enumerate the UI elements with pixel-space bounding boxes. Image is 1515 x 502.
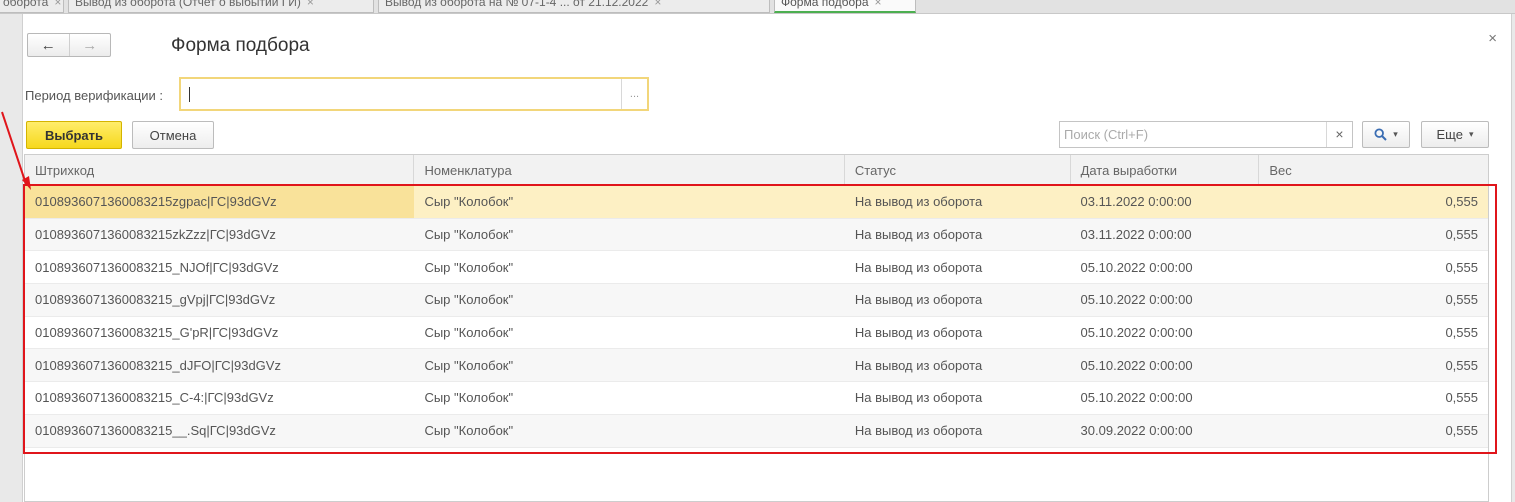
close-icon[interactable]: × xyxy=(875,0,882,9)
item-cell: Сыр "Колобок" xyxy=(424,227,514,243)
date-cell: 05.10.2022 0:00:00 xyxy=(1080,259,1193,275)
item-cell: Сыр "Колобок" xyxy=(424,357,514,373)
page-title: Форма подбора xyxy=(171,35,310,56)
weight-cell: 0,555 xyxy=(1445,390,1478,406)
chevron-down-icon: ▾ xyxy=(1393,129,1398,139)
barcode-cell: 0108936071360083215__.Sq|ГС|93dGVz xyxy=(35,423,276,439)
status-cell: На вывод из оборота xyxy=(854,357,983,373)
tab-strip: оборота × Вывод из оборота (Отчет о выбыт… xyxy=(0,0,1515,14)
table-row[interactable]: 0108936071360083215_dJFO|ГС|93dGVz Сыр "… xyxy=(25,349,1488,383)
item-cell: Сыр "Колобок" xyxy=(424,423,514,439)
search-input[interactable] xyxy=(1060,122,1322,147)
barcode-cell: 0108936071360083215_G'pR|ГС|93dGVz xyxy=(35,325,279,341)
item-cell: Сыр "Колобок" xyxy=(424,292,514,308)
barcode-cell: 0108936071360083215_C-4:|ГС|93dGVz xyxy=(35,390,274,406)
status-cell: На вывод из оборота xyxy=(854,227,983,243)
close-icon[interactable]: × xyxy=(654,0,661,9)
more-label: Еще xyxy=(1436,127,1463,142)
period-input[interactable]: ... xyxy=(179,77,649,111)
table-row[interactable]: 0108936071360083215zgpac|ГС|93dGVz Сыр "… xyxy=(25,186,1488,219)
more-button[interactable]: Еще ▾ xyxy=(1421,121,1489,148)
back-arrow-icon[interactable]: ← xyxy=(28,34,69,56)
close-icon[interactable]: × xyxy=(54,0,61,9)
search-box: × xyxy=(1059,121,1353,148)
weight-cell: 0,555 xyxy=(1445,227,1478,243)
status-cell: На вывод из оборота xyxy=(854,259,983,275)
weight-cell: 0,555 xyxy=(1445,357,1478,373)
item-cell: Сыр "Колобок" xyxy=(424,259,514,275)
table-row[interactable]: 0108936071360083215zkZzz|ГС|93dGVz Сыр "… xyxy=(25,218,1488,252)
date-cell: 30.09.2022 0:00:00 xyxy=(1080,423,1193,439)
date-cell: 05.10.2022 0:00:00 xyxy=(1080,292,1193,308)
weight-cell: 0,555 xyxy=(1445,325,1478,341)
text-caret xyxy=(189,87,190,102)
tab-item[interactable]: Вывод из оборота (Отчет о выбытии ГИ) × xyxy=(68,0,374,13)
select-button[interactable]: Выбрать xyxy=(26,121,122,149)
clear-icon[interactable]: × xyxy=(1326,122,1352,147)
table-row[interactable]: 0108936071360083215_NJOf|ГС|93dGVz Сыр "… xyxy=(25,251,1488,285)
weight-cell: 0,555 xyxy=(1445,259,1478,275)
data-table: Штрихкод Номенклатура Статус Дата вырабо… xyxy=(24,154,1489,502)
table-header: Штрихкод Номенклатура Статус Дата вырабо… xyxy=(25,155,1488,186)
table-row[interactable]: 0108936071360083215__.Sq|ГС|93dGVz Сыр "… xyxy=(25,414,1488,448)
search-button[interactable]: ▾ xyxy=(1362,121,1410,148)
table-body: 0108936071360083215zgpac|ГС|93dGVz Сыр "… xyxy=(25,186,1488,448)
column-header-weight[interactable]: Вес xyxy=(1259,155,1488,186)
item-cell: Сыр "Колобок" xyxy=(424,390,514,406)
weight-cell: 0,555 xyxy=(1445,292,1478,308)
date-cell: 05.10.2022 0:00:00 xyxy=(1080,357,1193,373)
tab-item-active[interactable]: Форма подбора × xyxy=(774,0,916,13)
table-row[interactable]: 0108936071360083215_C-4:|ГС|93dGVz Сыр "… xyxy=(25,382,1488,415)
search-icon xyxy=(1374,128,1387,141)
date-cell: 03.11.2022 0:00:00 xyxy=(1080,227,1192,243)
item-cell: Сыр "Колобок" xyxy=(424,325,514,341)
column-header-status[interactable]: Статус xyxy=(845,155,1071,186)
tab-label: Вывод из оборота на № 07-1-4 ... от 21.1… xyxy=(385,0,649,9)
date-cell: 05.10.2022 0:00:00 xyxy=(1080,390,1193,406)
close-icon[interactable]: × xyxy=(307,0,314,9)
cancel-button[interactable]: Отмена xyxy=(132,121,214,149)
table-row[interactable]: 0108936071360083215_gVpj|ГС|93dGVz Сыр "… xyxy=(25,284,1488,317)
barcode-cell: 0108936071360083215_NJOf|ГС|93dGVz xyxy=(35,259,279,275)
barcode-cell: 0108936071360083215_gVpj|ГС|93dGVz xyxy=(35,292,276,308)
barcode-cell: 0108936071360083215zgpac|ГС|93dGVz xyxy=(25,186,415,218)
status-cell: На вывод из оборота xyxy=(854,390,983,406)
status-cell: На вывод из оборота xyxy=(854,325,983,341)
column-header-item[interactable]: Номенклатура xyxy=(414,155,845,186)
item-cell: Сыр "Колобок" xyxy=(424,194,514,210)
date-cell: 05.10.2022 0:00:00 xyxy=(1080,325,1193,341)
date-cell: 03.11.2022 0:00:00 xyxy=(1080,194,1192,210)
selection-form-window: ← → Форма подбора × Период верификации :… xyxy=(22,14,1512,502)
period-label: Период верификации : xyxy=(25,88,164,103)
column-header-barcode[interactable]: Штрихкод xyxy=(25,155,415,186)
status-cell: На вывод из оборота xyxy=(854,423,983,439)
chevron-down-icon: ▾ xyxy=(1468,129,1474,139)
tab-item[interactable]: оборота × xyxy=(0,0,64,13)
status-cell: На вывод из оборота xyxy=(854,292,983,308)
status-cell: На вывод из оборота xyxy=(854,194,983,210)
barcode-cell: 0108936071360083215zkZzz|ГС|93dGVz xyxy=(35,227,276,243)
tab-label: Вывод из оборота (Отчет о выбытии ГИ) xyxy=(75,0,301,9)
column-header-date[interactable]: Дата выработки xyxy=(1071,155,1260,186)
tab-item[interactable]: Вывод из оборота на № 07-1-4 ... от 21.1… xyxy=(378,0,770,13)
weight-cell: 0,555 xyxy=(1445,423,1478,439)
weight-cell: 0,555 xyxy=(1445,194,1478,210)
choose-period-button[interactable]: ... xyxy=(621,79,647,109)
tab-label: Форма подбора xyxy=(781,0,869,9)
navigation-buttons: ← → xyxy=(27,33,111,57)
forward-arrow-icon[interactable]: → xyxy=(68,34,111,56)
tab-label: оборота xyxy=(3,0,49,9)
close-icon[interactable]: × xyxy=(1488,30,1497,47)
barcode-cell: 0108936071360083215_dJFO|ГС|93dGVz xyxy=(35,357,281,373)
table-row[interactable]: 0108936071360083215_G'pR|ГС|93dGVz Сыр "… xyxy=(25,317,1488,350)
